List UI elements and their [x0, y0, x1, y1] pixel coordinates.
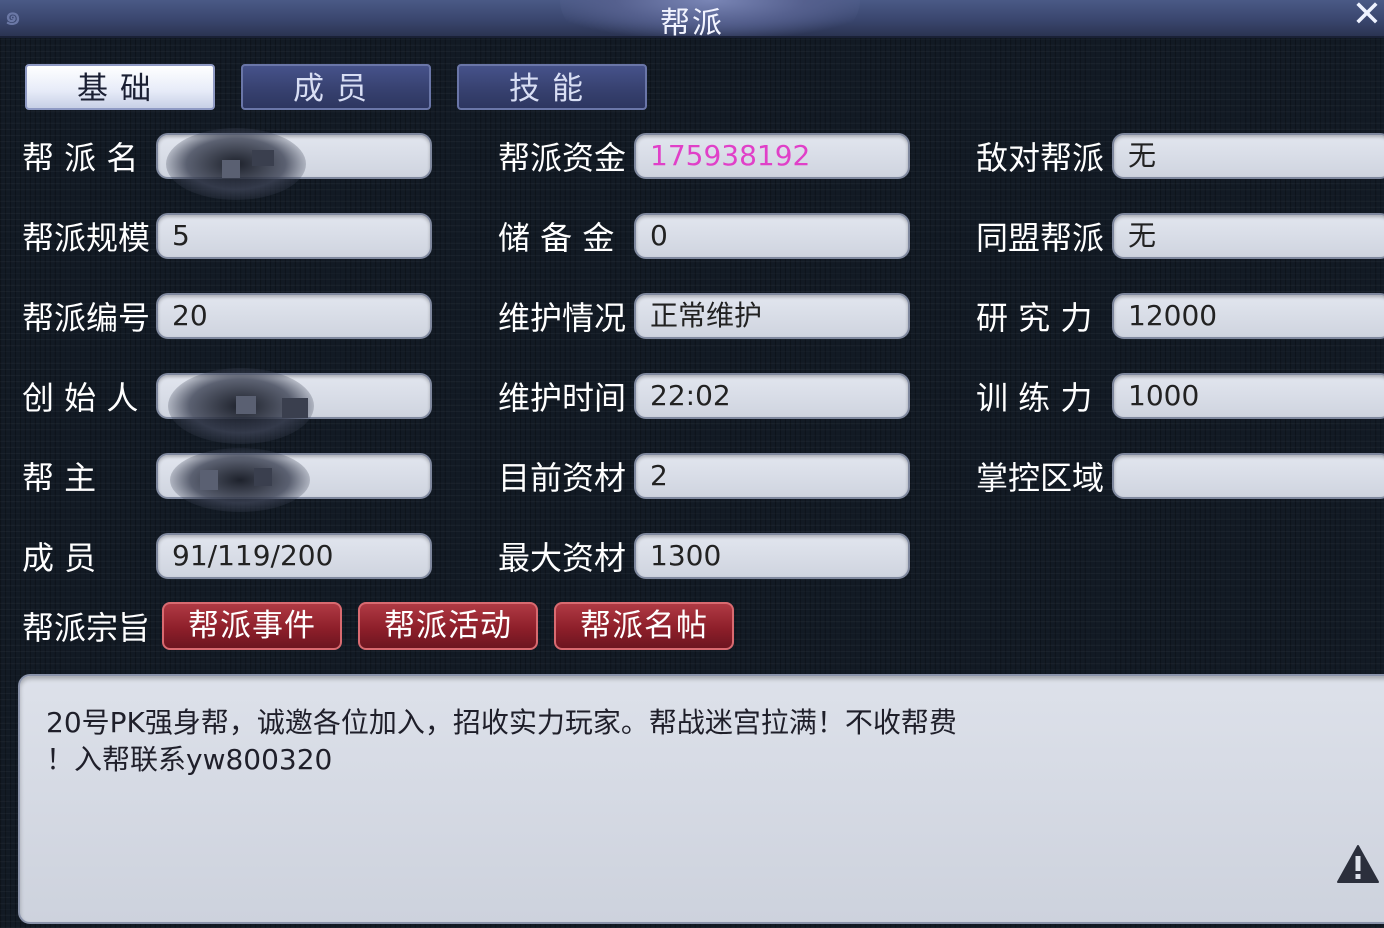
guild-card-button[interactable]: 帮派名帖 [554, 602, 734, 650]
redacted-pixel [236, 396, 256, 414]
research-label: 研 究 力 [976, 299, 1093, 337]
hostile-guild-field: 无 [1112, 133, 1384, 179]
redacted-pixel [222, 160, 240, 178]
members-label: 成 员 [22, 539, 97, 577]
max-materials-field: 1300 [634, 533, 910, 579]
motto-text: 20号PK强身帮，诚邀各位加入，招收实力玩家。帮战迷宫拉满！不收帮费 ！入帮联系… [46, 704, 1146, 778]
funds-field: 175938192 [634, 133, 910, 179]
allied-guild-field: 无 [1112, 213, 1384, 259]
guild-activities-button[interactable]: 帮派活动 [358, 602, 538, 650]
founder-label: 创 始 人 [22, 379, 139, 417]
hostile-guild-label: 敌对帮派 [976, 139, 1105, 177]
warning-icon[interactable] [1336, 844, 1380, 884]
title-bar: ๑ 帮派 ✕ [0, 0, 1384, 41]
redacted-pixel [252, 150, 274, 166]
members-field: 91/119/200 [156, 533, 432, 579]
controlled-area-field [1112, 453, 1384, 499]
guild-id-field: 20 [156, 293, 432, 339]
motto-label: 帮派宗旨 [22, 609, 151, 647]
guild-name-label: 帮 派 名 [22, 139, 139, 177]
guild-scale-field: 5 [156, 213, 432, 259]
maintenance-status-field: 正常维护 [634, 293, 910, 339]
window-title: 帮派 [660, 6, 724, 41]
redacted-pixel [200, 470, 218, 490]
reserve-field: 0 [634, 213, 910, 259]
training-label: 训 练 力 [976, 379, 1093, 417]
guild-scale-label: 帮派规模 [22, 219, 151, 257]
maintenance-time-field: 22:02 [634, 373, 910, 419]
motto-line-1: 20号PK强身帮，诚邀各位加入，招收实力玩家。帮战迷宫拉满！不收帮费 [46, 706, 957, 739]
max-materials-label: 最大资材 [498, 539, 627, 577]
maintenance-status-label: 维护情况 [498, 299, 627, 337]
allied-guild-label: 同盟帮派 [976, 219, 1105, 257]
current-materials-field: 2 [634, 453, 910, 499]
redacted-pixel [282, 398, 308, 418]
controlled-area-label: 掌控区域 [976, 459, 1105, 497]
tab-members[interactable]: 成员 [241, 64, 431, 110]
redacted-pixel [254, 468, 272, 486]
tab-skills[interactable]: 技能 [457, 64, 647, 110]
guild-events-button[interactable]: 帮派事件 [162, 602, 342, 650]
maintenance-time-label: 维护时间 [498, 379, 627, 417]
redacted-blur [170, 448, 310, 512]
reserve-label: 储 备 金 [498, 219, 615, 257]
close-icon[interactable]: ✕ [1352, 0, 1382, 35]
motto-textbox[interactable]: 20号PK强身帮，诚邀各位加入，招收实力玩家。帮战迷宫拉满！不收帮费 ！入帮联系… [18, 674, 1384, 924]
research-field: 12000 [1112, 293, 1384, 339]
tab-basic[interactable]: 基础 [25, 64, 215, 110]
leader-label: 帮 主 [22, 459, 97, 497]
funds-label: 帮派资金 [498, 139, 627, 177]
current-materials-label: 目前资材 [498, 459, 627, 497]
training-field: 1000 [1112, 373, 1384, 419]
guild-id-label: 帮派编号 [22, 299, 151, 337]
motto-line-2: ！入帮联系yw800320 [46, 743, 333, 776]
